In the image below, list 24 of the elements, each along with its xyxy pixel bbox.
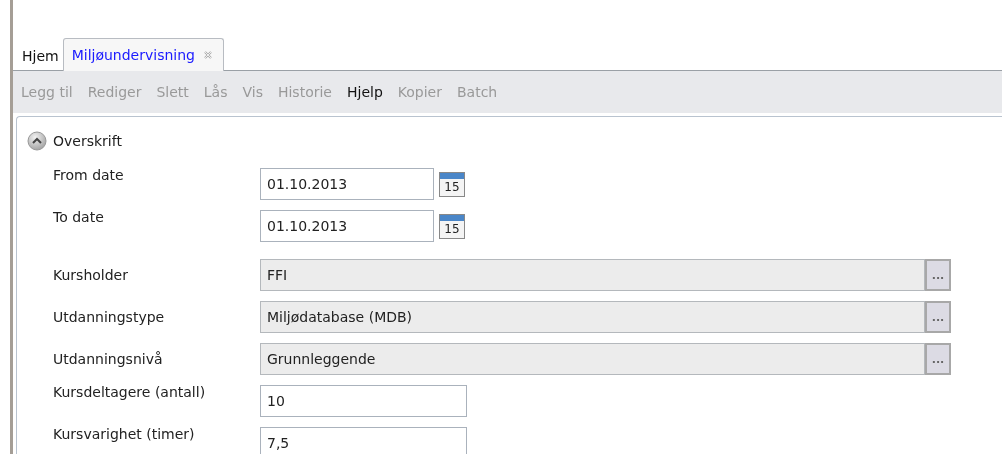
tab[interactable]: Miljøundervisning: [62, 38, 224, 71]
field-label: Kursdeltagere (antall): [52, 383, 207, 400]
calendar-icon[interactable]: 15: [439, 171, 465, 197]
input-field[interactable]: 7,5: [260, 427, 467, 454]
field-label: Kursholder: [52, 267, 129, 283]
tab[interactable]: Hjem: [18, 42, 63, 70]
field-label: From date: [52, 166, 125, 183]
field-label: Utdanningstype: [52, 309, 166, 325]
collapse-icon[interactable]: [27, 131, 47, 151]
browse-button[interactable]: ...: [925, 259, 951, 291]
field-label: Utdanningsnivå: [52, 351, 164, 367]
section-title: Overskrift: [53, 133, 122, 149]
browse-button[interactable]: ...: [925, 343, 951, 375]
lookup-field: Miljødatabase (MDB): [260, 301, 925, 333]
lookup-field: FFI: [260, 259, 925, 291]
field-label: To date: [52, 208, 105, 225]
field-label: Kursvarighet (timer): [52, 425, 196, 442]
input-field[interactable]: 10: [260, 385, 467, 417]
date-field[interactable]: 01.10.2013: [260, 210, 434, 242]
lookup-field: Grunnleggende: [260, 343, 925, 375]
browse-button[interactable]: ...: [925, 301, 951, 333]
toolbar-button[interactable]: Hjelp: [342, 84, 387, 100]
date-field[interactable]: 01.10.2013: [260, 168, 434, 200]
calendar-icon[interactable]: 15: [439, 213, 465, 239]
